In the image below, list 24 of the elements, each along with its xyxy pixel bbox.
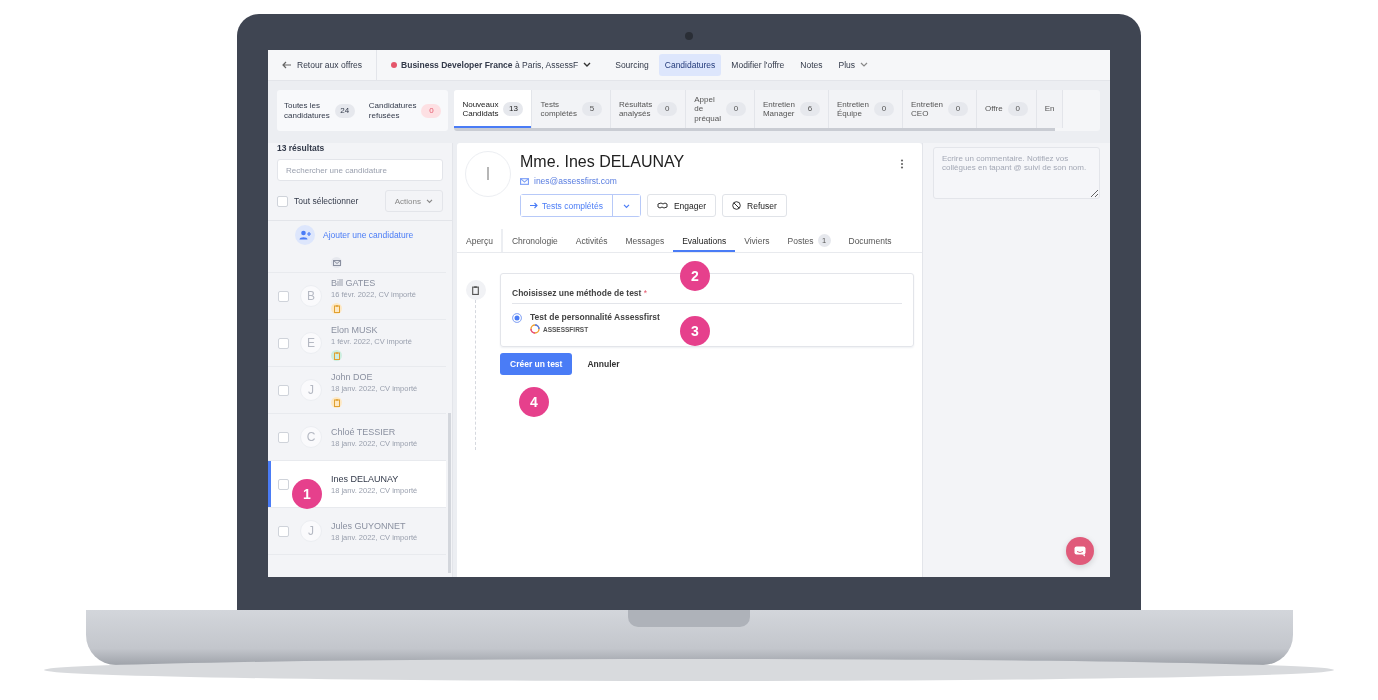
count-badge: 0 [421, 103, 442, 118]
count-badge: 5 [581, 102, 602, 116]
results-count: 13 résultats [277, 143, 326, 153]
count-badge: 0 [948, 102, 969, 116]
candidate-name: John DOE [331, 372, 373, 382]
count-badge: 0 [657, 102, 678, 116]
candidate-name: Bill GATES [331, 278, 376, 288]
candidate-name: Elon MUSK [331, 325, 378, 335]
count-badge: 6 [800, 102, 820, 116]
avatar: J [300, 520, 322, 542]
candidate-name: Chloé TESSIER [331, 426, 396, 437]
count-badge: 24 [334, 103, 355, 118]
candidate-name: Ines DELAUNAY [331, 473, 399, 484]
avatar: B [300, 285, 322, 307]
field-label: Choisissez une méthode de test * [512, 288, 902, 304]
count-badge: 0 [725, 102, 746, 116]
avatar: J [300, 379, 322, 401]
avatar: C [300, 426, 322, 448]
candidate-name: Jules GUYONNET [331, 520, 406, 531]
count-badge: 13 [503, 102, 524, 116]
avatar: E [300, 332, 322, 354]
candidate-name: Mme. Ines DELAUNAY [520, 153, 686, 171]
count-badge: 0 [874, 102, 894, 116]
count-badge: 0 [1007, 102, 1028, 116]
